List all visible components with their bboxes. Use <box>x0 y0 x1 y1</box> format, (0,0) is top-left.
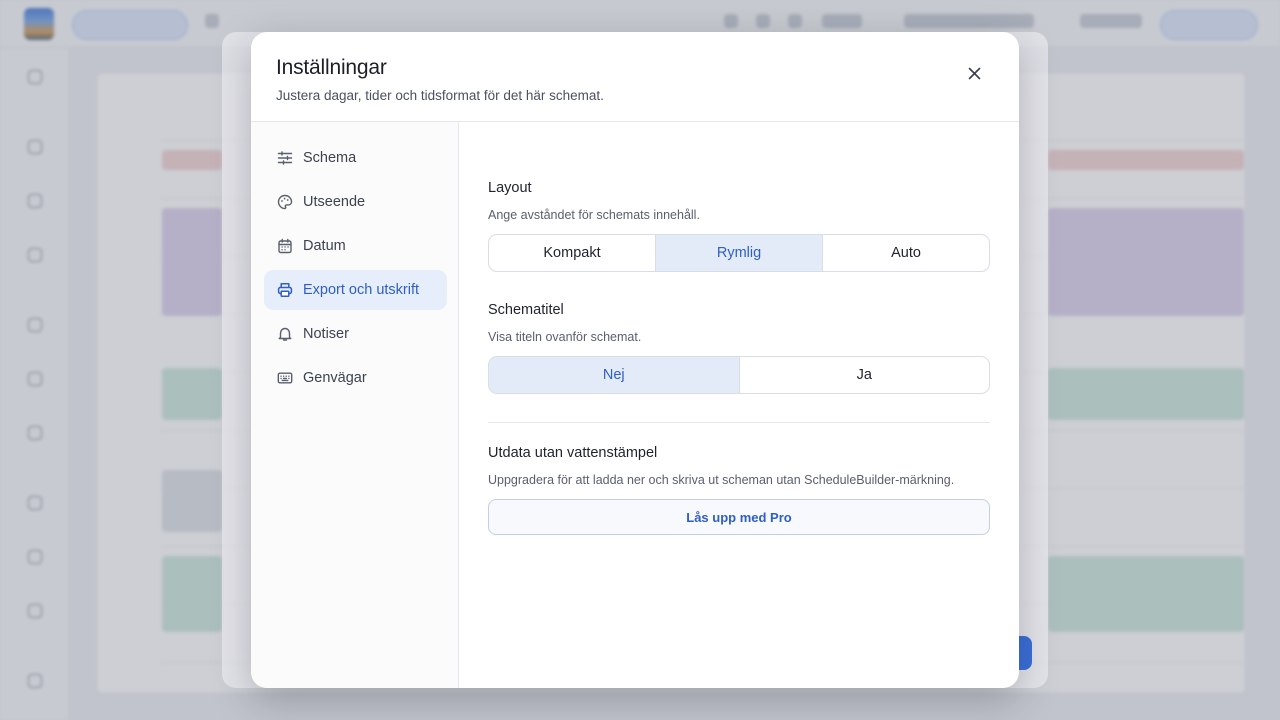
dialog-title: Inställningar <box>276 56 387 79</box>
settings-dialog: Inställningar Justera dagar, tider och t… <box>251 32 1019 688</box>
nav-item-datum[interactable]: Datum <box>264 226 447 266</box>
layout-description: Ange avståndet för schemats innehåll. <box>488 208 700 222</box>
layout-title: Layout <box>488 180 532 196</box>
watermark-title: Utdata utan vattenstämpel <box>488 445 658 461</box>
calendar-icon <box>276 238 293 255</box>
schedule-title-description: Visa titeln ovanför schemat. <box>488 330 642 344</box>
nav-item-label: Notiser <box>303 326 349 342</box>
palette-icon <box>276 194 293 211</box>
nav-item-utseende[interactable]: Utseende <box>264 182 447 222</box>
close-icon <box>968 67 980 79</box>
nav-item-export[interactable]: Export och utskrift <box>264 270 447 310</box>
nav-item-schema[interactable]: Schema <box>264 138 447 178</box>
layout-segmented-control: Kompakt Rymlig Auto <box>488 234 990 272</box>
layout-option-rymlig[interactable]: Rymlig <box>656 235 823 271</box>
nav-item-label: Datum <box>303 238 346 254</box>
nav-item-label: Export och utskrift <box>303 282 420 298</box>
nav-item-notiser[interactable]: Notiser <box>264 314 447 354</box>
layout-option-kompakt[interactable]: Kompakt <box>489 235 656 271</box>
schedule-title-segmented-control: Nej Ja <box>488 356 990 394</box>
settings-nav: Schema Utseende Datum Export och utskrif… <box>251 122 459 688</box>
section-divider <box>488 422 990 423</box>
keyboard-icon <box>276 370 293 387</box>
layout-option-auto[interactable]: Auto <box>823 235 989 271</box>
sliders-icon <box>276 150 293 167</box>
nav-item-genvagar[interactable]: Genvägar <box>264 358 447 398</box>
printer-icon <box>276 282 293 299</box>
settings-content: Layout Ange avståndet för schemats inneh… <box>460 122 1019 688</box>
close-button[interactable] <box>961 60 987 86</box>
dialog-subtitle: Justera dagar, tider och tidsformat för … <box>276 88 604 103</box>
unlock-pro-button[interactable]: Lås upp med Pro <box>488 499 990 535</box>
watermark-description: Uppgradera för att ladda ner och skriva … <box>488 473 955 487</box>
nav-item-label: Schema <box>303 150 357 166</box>
dialog-header: Inställningar Justera dagar, tider och t… <box>251 32 1019 122</box>
nav-item-label: Genvägar <box>303 370 367 386</box>
schedule-title-option-ja[interactable]: Ja <box>740 357 990 393</box>
schedule-title-option-nej[interactable]: Nej <box>489 357 740 393</box>
bell-icon <box>276 326 293 343</box>
nav-item-label: Utseende <box>303 194 366 210</box>
schedule-title-heading: Schematitel <box>488 302 564 318</box>
